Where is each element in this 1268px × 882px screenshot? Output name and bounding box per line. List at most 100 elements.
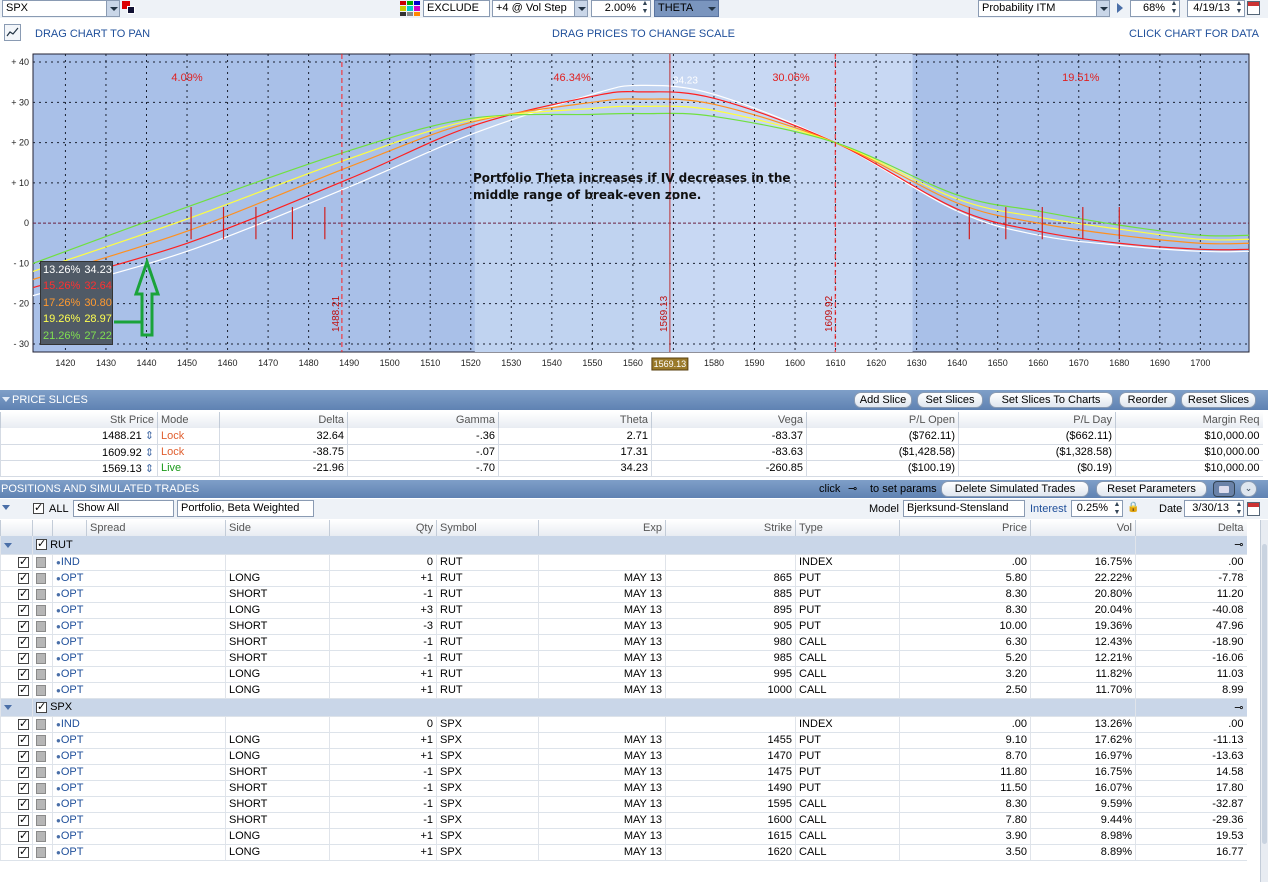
row-sim-cell[interactable] — [32, 554, 53, 571]
row-checkbox[interactable] — [18, 733, 29, 746]
row-sim-cell[interactable] — [32, 812, 53, 829]
position-row[interactable]: ●OPTLONG+3RUTMAY 13895PUT8.3020.04%-40.0… — [0, 602, 1247, 619]
sim-toggle-icon[interactable] — [36, 604, 46, 616]
metric-select[interactable]: THETA — [654, 0, 719, 17]
row-check-cell[interactable] — [0, 748, 33, 765]
slice-col-header[interactable]: Delta — [219, 412, 348, 428]
position-group-row[interactable]: SPX ⊸ — [0, 698, 1247, 717]
row-checkbox[interactable] — [18, 555, 29, 568]
spread-link[interactable]: OPT — [61, 684, 84, 696]
row-sim-cell[interactable] — [32, 796, 53, 813]
position-row[interactable]: ●OPTSHORT-1SPXMAY 131490PUT11.5016.07%17… — [0, 780, 1247, 797]
row-checkbox[interactable] — [18, 667, 29, 680]
pos-col-header[interactable]: Price — [899, 520, 1031, 536]
group-params-cell[interactable]: ⊸ — [1135, 536, 1247, 555]
row-check-cell[interactable] — [0, 812, 33, 829]
slice-col-header[interactable]: Vega — [651, 412, 807, 428]
sim-toggle-icon[interactable] — [36, 588, 46, 600]
sim-toggle-icon[interactable] — [36, 556, 46, 568]
position-row[interactable]: ●OPTSHORT-1SPXMAY 131475PUT11.8016.75%14… — [0, 764, 1247, 781]
exclude-select[interactable]: EXCLUDE — [423, 0, 490, 17]
position-cell[interactable]: ●OPT — [52, 812, 226, 829]
position-row[interactable]: ●OPTLONG+1SPXMAY 131615CALL3.908.98%19.5… — [0, 828, 1247, 845]
sim-toggle-icon[interactable] — [36, 636, 46, 648]
pos-col-header[interactable]: Spread — [86, 520, 226, 536]
spread-link[interactable]: IND — [61, 718, 80, 730]
position-cell[interactable]: ●OPT — [52, 764, 226, 781]
spread-link[interactable]: OPT — [61, 636, 84, 648]
spread-link[interactable]: IND — [61, 556, 80, 568]
spread-link[interactable]: OPT — [61, 766, 84, 778]
spinner-icon[interactable]: ⇕ — [142, 463, 154, 475]
row-checkbox[interactable] — [18, 587, 29, 600]
reset-parameters-button[interactable]: Reset Parameters — [1096, 481, 1207, 497]
position-row[interactable]: ●OPTSHORT-1SPXMAY 131600CALL7.809.44%-29… — [0, 812, 1247, 829]
row-checkbox[interactable] — [18, 765, 29, 778]
position-row[interactable]: ●OPTLONG+1SPXMAY 131470PUT8.7016.97%-13.… — [0, 748, 1247, 765]
slice-row[interactable]: 1609.92 ⇕ Lock -38.75 -.07 17.31 -83.63 ($1,42… — [0, 444, 1263, 461]
position-row[interactable]: ●OPTSHORT-1RUTMAY 13985CALL5.2012.21%-16… — [0, 650, 1247, 667]
group-expand-cell[interactable] — [0, 698, 33, 717]
row-sim-cell[interactable] — [32, 716, 53, 733]
pos-col-header[interactable]: Symbol — [436, 520, 539, 536]
slice-row[interactable]: 1488.21 ⇕ Lock 32.64 -.36 2.71 -83.37 ($762.11… — [0, 428, 1263, 445]
sim-toggle-icon[interactable] — [36, 798, 46, 810]
reset-slices-button[interactable]: Reset Slices — [1181, 392, 1256, 408]
add-slice-button[interactable]: Add Slice — [854, 392, 912, 408]
slice-col-header[interactable]: Stk Price — [0, 412, 158, 428]
set-slices-button[interactable]: Set Slices — [917, 392, 983, 408]
lock-icon[interactable]: 🔒 — [1127, 502, 1139, 513]
position-cell[interactable]: ●OPT — [52, 570, 226, 587]
slice-col-header[interactable]: P/L Open — [806, 412, 959, 428]
sim-toggle-icon[interactable] — [36, 766, 46, 778]
position-row[interactable]: ●OPTLONG+1RUTMAY 13865PUT5.8022.22%-7.78 — [0, 570, 1247, 587]
position-cell[interactable]: ●OPT — [52, 666, 226, 683]
row-sim-cell[interactable] — [32, 844, 53, 861]
pos-col-header[interactable]: Vol — [1030, 520, 1136, 536]
row-sim-cell[interactable] — [32, 570, 53, 587]
sim-toggle-icon[interactable] — [36, 684, 46, 696]
position-row[interactable]: ●IND0RUTINDEX.0016.75%.00 — [0, 554, 1247, 571]
row-check-cell[interactable] — [0, 732, 33, 749]
row-check-cell[interactable] — [0, 764, 33, 781]
row-check-cell[interactable] — [0, 828, 33, 845]
position-cell[interactable]: ●OPT — [52, 780, 226, 797]
position-row[interactable]: ●OPTSHORT-1SPXMAY 131595CALL8.309.59%-32… — [0, 796, 1247, 813]
sim-toggle-icon[interactable] — [36, 830, 46, 842]
symbol-select[interactable]: SPX — [2, 0, 120, 17]
spread-link[interactable]: OPT — [61, 782, 84, 794]
row-checkbox[interactable] — [18, 635, 29, 648]
grid-color-icon[interactable] — [400, 1, 420, 16]
spread-link[interactable]: OPT — [61, 652, 84, 664]
pos-col-header[interactable]: Delta — [1135, 520, 1247, 536]
delete-simulated-trades-button[interactable]: Delete Simulated Trades — [941, 481, 1089, 497]
position-cell[interactable]: ●OPT — [52, 634, 226, 651]
position-cell[interactable]: ●OPT — [52, 682, 226, 699]
row-checkbox[interactable] — [18, 651, 29, 664]
slice-col-header[interactable]: P/L Day — [958, 412, 1116, 428]
sim-toggle-icon[interactable] — [36, 652, 46, 664]
row-checkbox[interactable] — [18, 571, 29, 584]
row-sim-cell[interactable] — [32, 586, 53, 603]
slice-cell[interactable]: Lock — [157, 428, 220, 445]
slice-cell[interactable]: Live — [157, 460, 220, 477]
row-check-cell[interactable] — [0, 554, 33, 571]
row-sim-cell[interactable] — [32, 650, 53, 667]
row-checkbox[interactable] — [18, 829, 29, 842]
sim-toggle-icon[interactable] — [36, 814, 46, 826]
set-slices-to-charts-button[interactable]: Set Slices To Charts — [989, 392, 1113, 408]
position-cell[interactable]: ●OPT — [52, 618, 226, 635]
position-cell[interactable]: ●OPT — [52, 602, 226, 619]
sim-toggle-icon[interactable] — [36, 846, 46, 858]
position-row[interactable]: ●OPTSHORT-1RUTMAY 13980CALL6.3012.43%-18… — [0, 634, 1247, 651]
arrow-right-icon[interactable] — [1117, 3, 1123, 13]
scrollbar-thumb[interactable] — [1262, 544, 1267, 844]
row-check-cell[interactable] — [0, 634, 33, 651]
row-check-cell[interactable] — [0, 682, 33, 699]
position-cell[interactable]: ●OPT — [52, 586, 226, 603]
expand-icon[interactable] — [4, 705, 12, 710]
spread-link[interactable]: OPT — [61, 588, 84, 600]
group-params-cell[interactable]: ⊸ — [1135, 698, 1247, 717]
row-check-cell[interactable] — [0, 602, 33, 619]
slice-col-header[interactable]: Theta — [498, 412, 652, 428]
